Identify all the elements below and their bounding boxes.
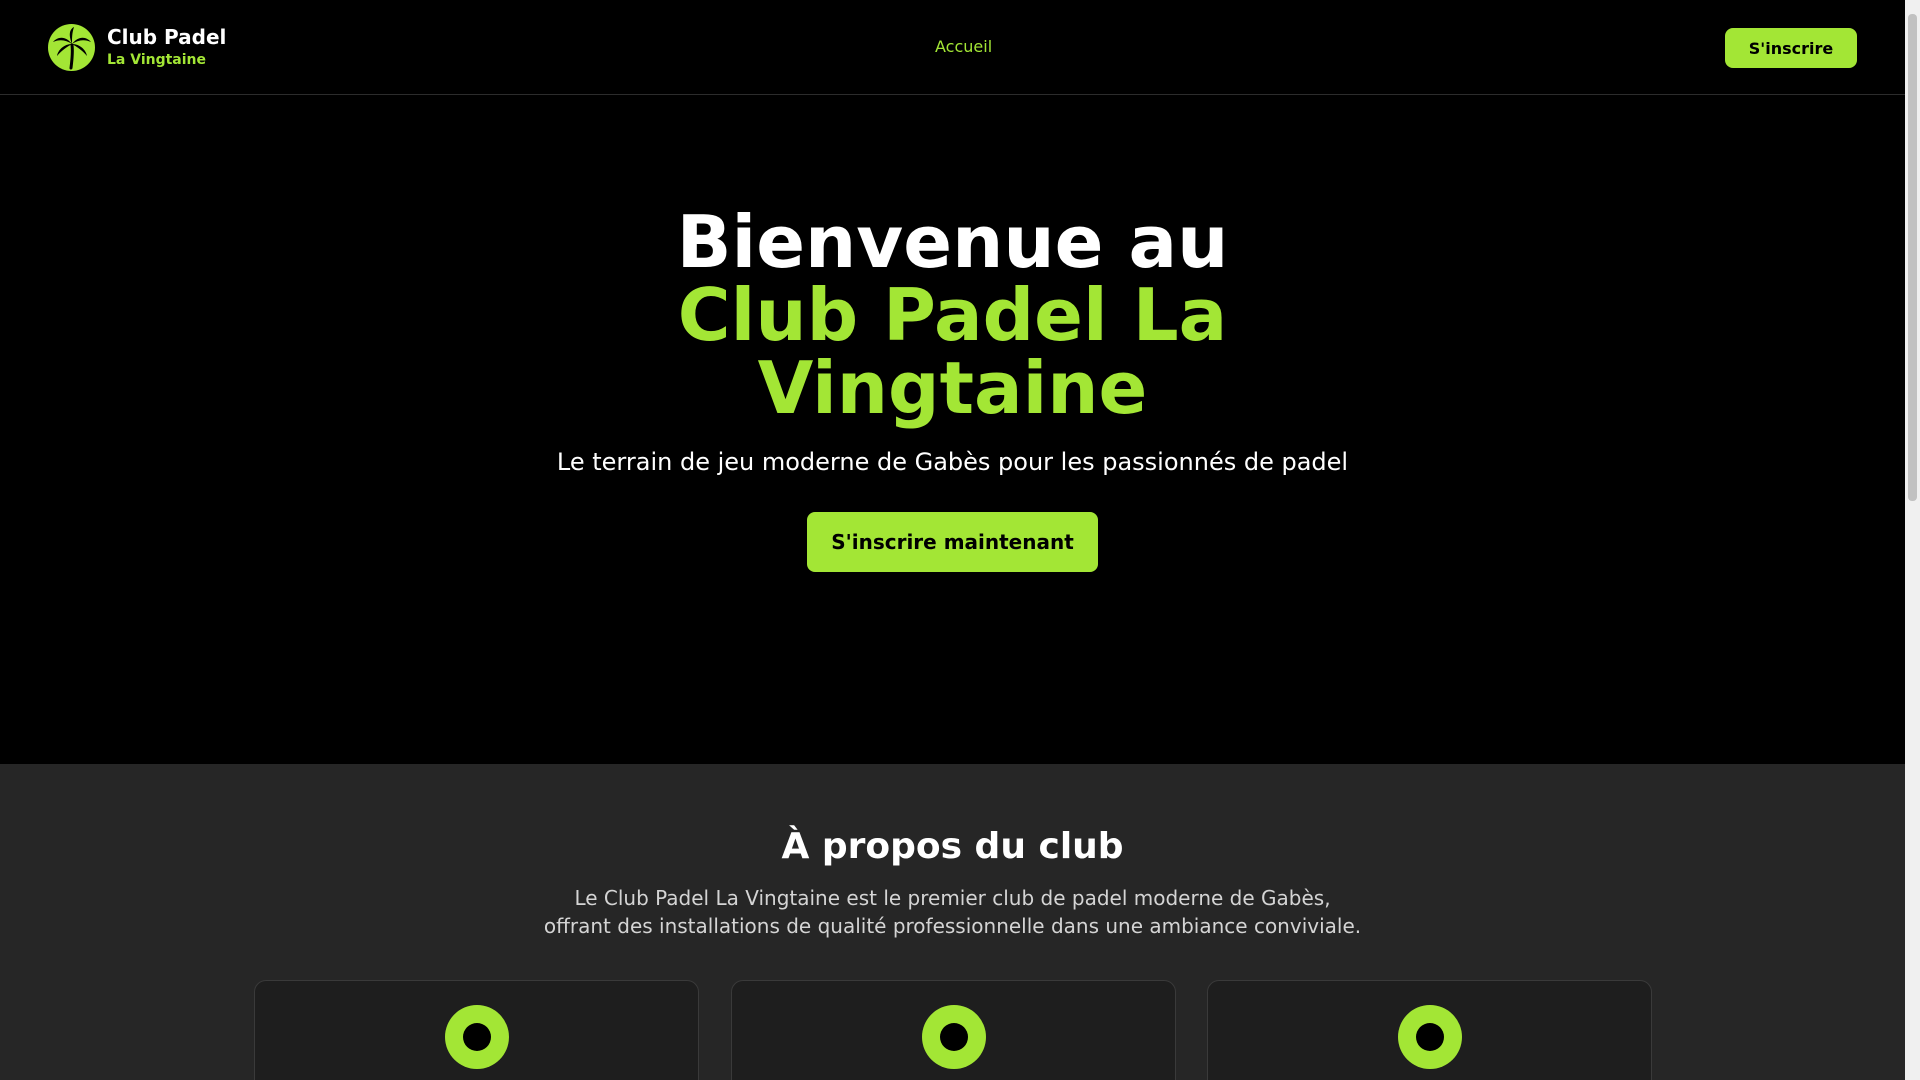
vertical-scrollbar[interactable] [1905,0,1920,1080]
palm-tree-icon [48,24,95,71]
hero-subtitle: Le terrain de jeu moderne de Gabès pour … [556,448,1349,476]
about-description-line1: Le Club Padel La Vingtaine est le premie… [574,886,1331,910]
feature-circle-icon [444,1005,509,1069]
logo-title: Club Padel [107,25,227,50]
page: Club Padel La Vingtaine Accueil S'inscri… [0,0,1905,1080]
nav-link-accueil[interactable]: Accueil [935,37,992,56]
logo-subtitle: La Vingtaine [107,52,207,69]
feature-card [1207,980,1652,1080]
hero-title-accent: Club Padel La Vingtaine [677,273,1228,430]
hero-title: Bienvenue au Club Padel La Vingtaine [0,206,1905,425]
about-title: À propos du club [781,826,1124,867]
about-description-line2: offrant des installations de qualité pro… [543,914,1362,938]
signup-button[interactable]: S'inscrire [1725,28,1857,68]
site-header: Club Padel La Vingtaine Accueil S'inscri… [0,0,1905,95]
hero-section: Bienvenue au Club Padel La Vingtaine Le … [0,96,1905,764]
scrollbar-thumb[interactable] [1908,14,1917,501]
about-description: Le Club Padel La Vingtaine est le premie… [0,884,1905,940]
logo[interactable]: Club Padel La Vingtaine [48,24,226,71]
about-section: À propos du club Le Club Padel La Vingta… [0,764,1905,1080]
signup-now-button[interactable]: S'inscrire maintenant [807,512,1098,572]
hero-title-line1: Bienvenue au [676,200,1229,284]
feature-card [731,980,1176,1080]
feature-card [254,980,699,1080]
feature-circle-icon [921,1005,986,1069]
feature-circle-icon [1397,1005,1462,1069]
